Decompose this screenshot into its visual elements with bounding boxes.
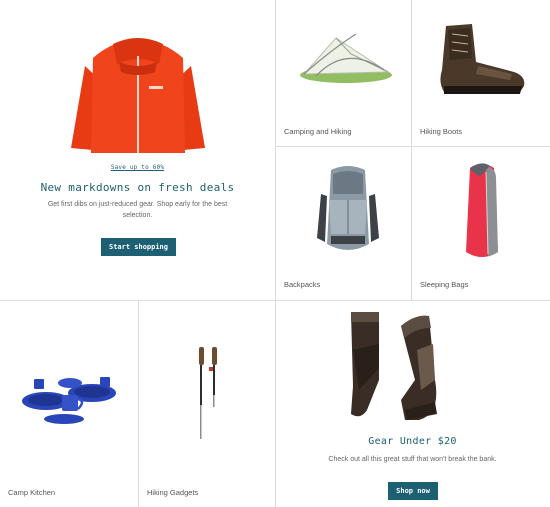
promo-subtext: Check out all this great stuff that won'… — [328, 456, 497, 463]
category-label: Backpacks — [284, 280, 321, 289]
category-tile-backpacks[interactable]: Backpacks — [276, 147, 411, 300]
promo-subtext: Get first dibs on just-reduced gear. Sho… — [47, 201, 228, 219]
save-up-to-link[interactable]: Save up to 60% — [0, 164, 275, 171]
category-label: Sleeping Bags — [420, 280, 469, 289]
category-label: Hiking Boots — [420, 127, 463, 136]
red-rain-jacket-image[interactable] — [63, 38, 213, 153]
sleeping-bag-image — [466, 163, 498, 257]
category-tile-hiking-gadgets[interactable]: Hiking Gadgets — [139, 301, 275, 507]
promo-headline: Gear Under $20 — [368, 436, 457, 447]
hiking-boot-image — [440, 24, 525, 94]
trekking-poles-image — [199, 347, 217, 439]
category-tile-camp-kitchen[interactable]: Camp Kitchen — [0, 301, 138, 507]
shop-now-button[interactable]: Shop now — [388, 482, 438, 500]
markdowns-promo: Save up to 60% New markdowns on fresh de… — [0, 0, 275, 300]
hiking-socks-image[interactable] — [345, 310, 455, 425]
start-shopping-button[interactable]: Start shopping — [101, 238, 176, 256]
category-label: Hiking Gadgets — [147, 488, 199, 497]
category-tile-hiking-boots[interactable]: Hiking Boots — [412, 0, 550, 146]
category-label: Camping and Hiking — [284, 127, 352, 136]
enamel-dishware-image — [22, 377, 116, 424]
category-label: Camp Kitchen — [8, 488, 56, 497]
promo-headline: New markdowns on fresh deals — [40, 181, 235, 194]
tent-image — [300, 33, 392, 83]
category-tile-camping-hiking[interactable]: Camping and Hiking — [276, 0, 411, 146]
backpack-image — [317, 166, 379, 250]
category-tile-sleeping-bags[interactable]: Sleeping Bags — [412, 147, 550, 300]
